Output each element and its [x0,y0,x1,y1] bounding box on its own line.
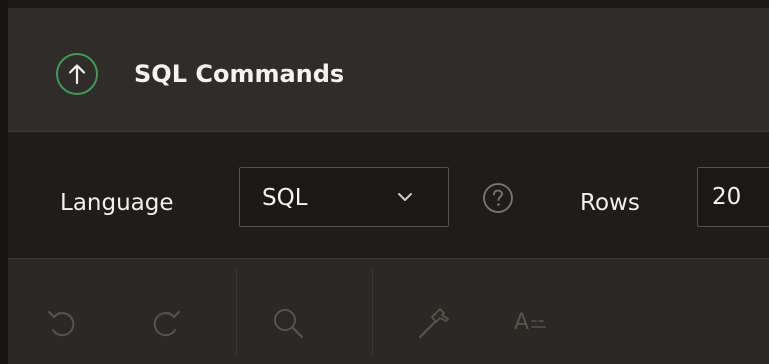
language-select[interactable]: SQL [239,167,449,227]
help-icon[interactable] [482,182,514,214]
rows-label: Rows [580,190,640,216]
format-button[interactable]: A [514,305,549,341]
settings-bar: Language SQL Rows [8,133,769,257]
format-lines-icon [531,320,546,328]
hammer-icon[interactable] [416,305,452,341]
format-text-icon: A [514,310,530,335]
rows-input[interactable] [697,167,769,227]
search-icon[interactable] [270,305,306,341]
chevron-down-icon [398,193,412,201]
page-title: SQL Commands [134,60,345,88]
toolbar-separator [236,269,237,355]
arrow-up-circle-icon[interactable] [56,53,98,95]
top-gutter [0,0,769,8]
language-select-value: SQL [262,185,308,211]
page-header: SQL Commands [8,8,769,132]
left-gutter [0,0,8,364]
undo-icon[interactable] [44,305,80,341]
redo-icon[interactable] [148,305,184,341]
toolbar-separator [372,269,373,355]
language-label: Language [60,190,174,216]
editor-toolbar: A [8,258,769,364]
